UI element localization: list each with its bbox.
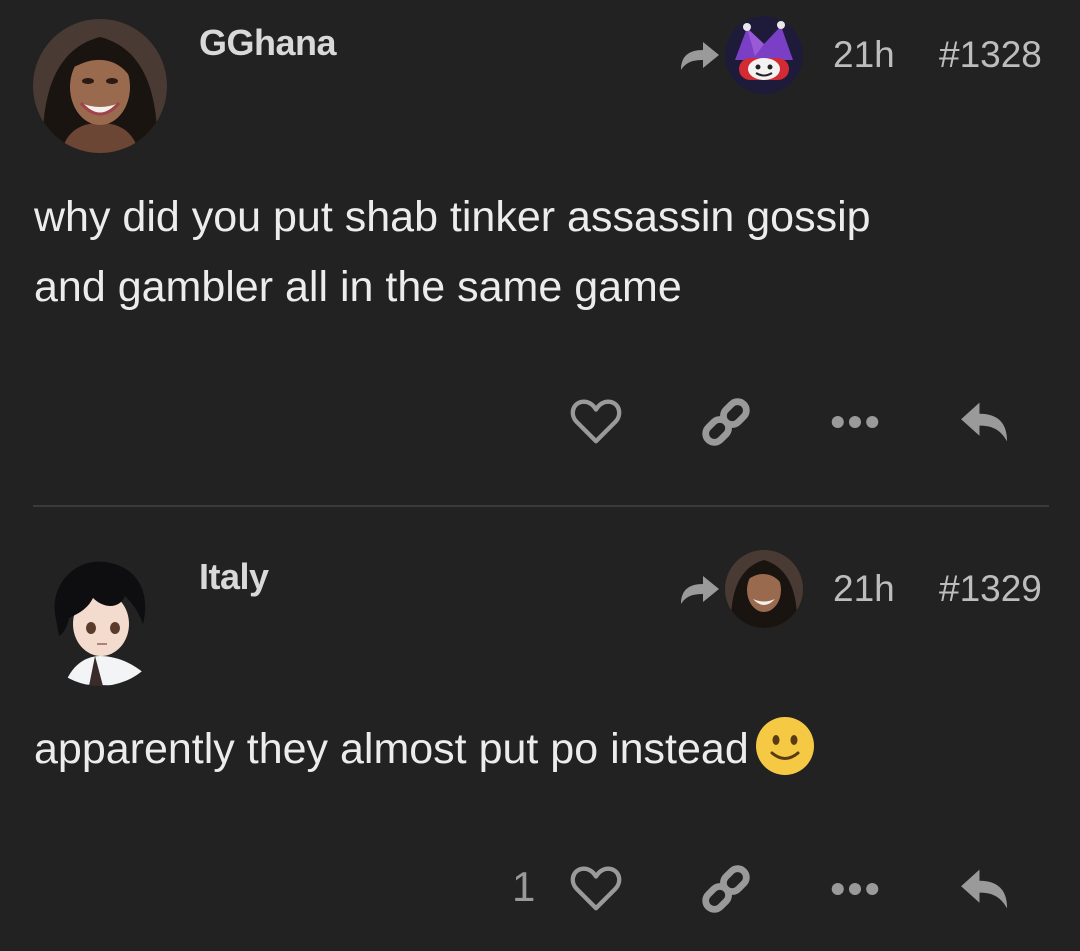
like-count[interactable]: 1 [512, 863, 535, 911]
link-icon [702, 398, 750, 446]
woman-portrait-icon [33, 19, 167, 153]
post-1328: GGhana 21h #1328 why did you put shab ti… [0, 0, 1080, 505]
post-body-text: apparently they almost put po instead [34, 725, 749, 773]
share-link-button[interactable] [696, 859, 756, 919]
more-options-button[interactable] [826, 392, 884, 452]
post-actions: 1 [0, 859, 1080, 919]
heart-icon [570, 866, 622, 911]
link-icon [702, 865, 750, 913]
more-dots-icon [831, 882, 879, 896]
like-button[interactable] [568, 392, 624, 452]
jester-avatar-icon [725, 16, 803, 94]
post-number[interactable]: #1329 [939, 568, 1042, 610]
post-body-line: why did you put shab tinker assassin gos… [34, 193, 871, 241]
gghana-avatar [725, 550, 803, 628]
jester-avatar [725, 16, 803, 94]
post-body-line: apparently they almost put po instead [34, 714, 1034, 784]
post-body: apparently they almost put po instead [34, 714, 1034, 784]
reply-to-arrow-icon [681, 576, 719, 604]
anime-boy-avatar-icon [33, 552, 167, 686]
reply-button[interactable] [955, 859, 1015, 919]
username[interactable]: GGhana [199, 22, 337, 64]
avatar[interactable] [33, 19, 167, 153]
more-options-button[interactable] [826, 859, 884, 919]
avatar[interactable] [33, 552, 167, 686]
post-time[interactable]: 21h [833, 568, 895, 610]
post-1329: Italy 21h #1329 apparently they almost p… [0, 506, 1080, 951]
like-button[interactable] [568, 859, 624, 919]
slightly-smiling-face-icon [755, 716, 814, 775]
post-body: why did you put shab tinker assassin gos… [34, 182, 1034, 322]
post-number[interactable]: #1328 [939, 34, 1042, 76]
reply-to-indicator[interactable] [677, 550, 803, 628]
woman-portrait-icon [725, 550, 803, 628]
heart-icon [570, 399, 622, 444]
post-time[interactable]: 21h [833, 34, 895, 76]
reply-icon [961, 402, 1008, 442]
username[interactable]: Italy [199, 556, 269, 598]
reply-to-arrow-icon [681, 42, 719, 70]
more-dots-icon [831, 415, 879, 429]
reply-icon [961, 869, 1008, 909]
share-link-button[interactable] [696, 392, 756, 452]
post-actions [0, 392, 1080, 452]
reply-button[interactable] [955, 392, 1015, 452]
post-body-line: and gambler all in the same game [34, 263, 682, 311]
reply-to-indicator[interactable] [677, 16, 803, 94]
